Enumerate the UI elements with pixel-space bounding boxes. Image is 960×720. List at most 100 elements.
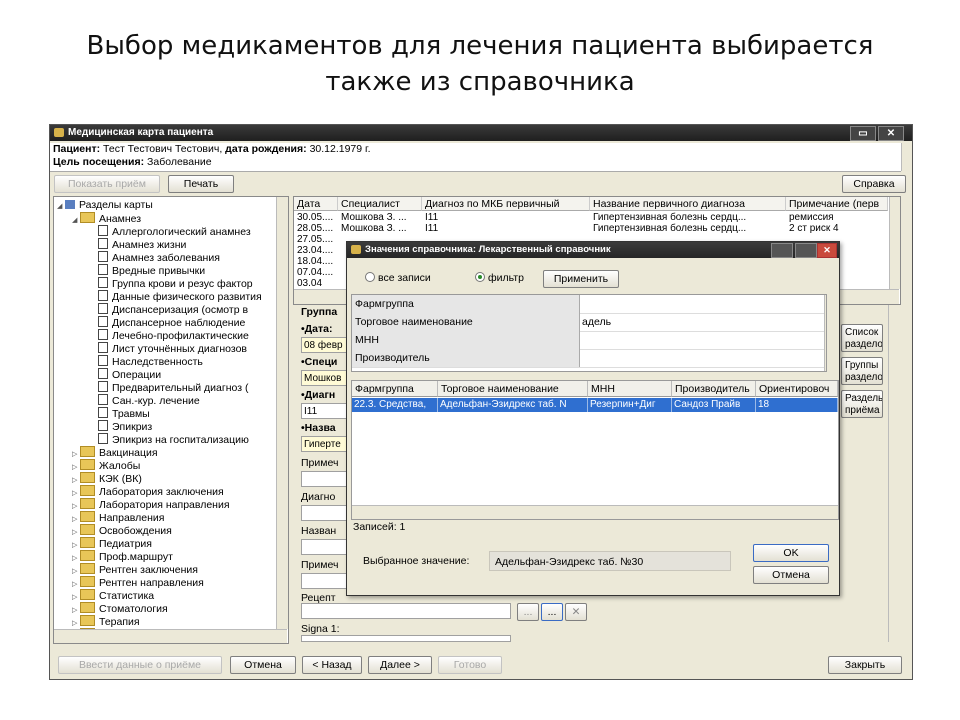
dialog-cancel-button[interactable]: Отмена: [753, 566, 829, 584]
done-button[interactable]: Готово: [438, 656, 502, 674]
tree-item[interactable]: Данные физического развития: [98, 290, 262, 303]
tree-item[interactable]: Наследственность: [98, 355, 203, 368]
tree-item[interactable]: Анамнез жизни: [98, 238, 186, 251]
tree-item[interactable]: Вредные привычки: [98, 264, 205, 277]
tree-folder[interactable]: ▷ Лаборатория заключения: [72, 485, 224, 498]
tree-item[interactable]: Эпикриз: [98, 420, 152, 433]
result-cell[interactable]: 22.3. Средства,: [352, 398, 438, 412]
dialog-maximize-button[interactable]: [795, 243, 817, 258]
tree-folder[interactable]: ▷ Проф.маршрут: [72, 550, 173, 563]
tree-item[interactable]: Диспансеризация (осмотр в: [98, 303, 248, 316]
filter-table: Фармгруппа Торговое наименование адель МН…: [351, 294, 827, 372]
patient-label: Пациент:: [53, 143, 101, 155]
print-button[interactable]: Печать: [168, 175, 234, 193]
result-cell[interactable]: 18: [756, 398, 838, 412]
tree-folder[interactable]: ▷ Рентген направления: [72, 576, 204, 589]
signa-field[interactable]: [301, 635, 511, 642]
document-icon: [98, 420, 108, 431]
tree-item[interactable]: Группа крови и резус фактор: [98, 277, 253, 290]
results-hscroll[interactable]: [352, 505, 838, 519]
sections-list-button[interactable]: Список разделов: [841, 324, 883, 352]
tree-folder[interactable]: ▷ Статистика: [72, 589, 154, 602]
folder-icon: [80, 589, 95, 600]
tree-folder[interactable]: ▷ Освобождения: [72, 524, 172, 537]
tree-anamnesis[interactable]: ◢ Анамнез: [72, 212, 141, 225]
column-header[interactable]: Ориентировоч: [756, 381, 838, 397]
tree-folder[interactable]: ▷ Терапия: [72, 615, 140, 628]
tree-item[interactable]: Операции: [98, 368, 161, 381]
close-window-button[interactable]: ✕: [878, 126, 904, 141]
filter-vscroll[interactable]: [824, 295, 826, 371]
help-button[interactable]: Справка: [842, 175, 906, 193]
tree-item[interactable]: Предварительный диагноз (: [98, 381, 248, 394]
tree-folder[interactable]: ▷ Вакцинация: [72, 446, 158, 459]
visits-vscroll[interactable]: [889, 197, 900, 289]
column-header[interactable]: Диагноз по МКБ первичный: [422, 197, 590, 211]
document-icon: [98, 225, 108, 236]
tree-item[interactable]: Сан.-кур. лечение: [98, 394, 200, 407]
result-cell[interactable]: Сандоз Прайв: [672, 398, 756, 412]
info-scrollbar[interactable]: [901, 143, 912, 171]
recipe-clear-button[interactable]: ✕: [565, 603, 587, 621]
signa-label: Signa 1:: [301, 623, 340, 635]
visit-sections-button[interactable]: Разделы приёма: [841, 390, 883, 418]
dob-value: 30.12.1979 г.: [309, 143, 371, 155]
tree-item[interactable]: Анамнез заболевания: [98, 251, 220, 264]
tree-hscroll[interactable]: [54, 629, 287, 643]
enter-visit-data-button[interactable]: Ввести данные о приёме: [58, 656, 222, 674]
column-header[interactable]: Производитель: [672, 381, 756, 397]
dialog-close-button[interactable]: ✕: [817, 243, 837, 258]
ok-button[interactable]: OK: [753, 544, 829, 562]
recipe-pick-button[interactable]: ...: [517, 603, 539, 621]
back-button[interactable]: < Назад: [302, 656, 362, 674]
filter-row[interactable]: Производитель: [352, 349, 826, 368]
tree-item[interactable]: Аллергологический анамнез: [98, 225, 251, 238]
tree-folder[interactable]: ▷ Стоматология: [72, 602, 168, 615]
next-button[interactable]: Далее >: [368, 656, 432, 674]
tree-folder[interactable]: ▷ Лаборатория направления: [72, 498, 230, 511]
column-header[interactable]: Фармгруппа: [352, 381, 438, 397]
filter-row[interactable]: МНН: [352, 331, 826, 350]
tree-vscroll[interactable]: [276, 197, 288, 629]
tree-folder[interactable]: ▷ Направления: [72, 511, 164, 524]
form-vscroll[interactable]: [888, 305, 899, 642]
dialog-minimize-button[interactable]: [771, 243, 793, 258]
show-visit-button[interactable]: Показать приём: [54, 175, 160, 193]
radio-filter[interactable]: фильтр: [475, 272, 524, 284]
document-icon: [98, 433, 108, 444]
tree-item[interactable]: Диспансерное наблюдение: [98, 316, 245, 329]
cancel-button[interactable]: Отмена: [230, 656, 296, 674]
maximize-button[interactable]: ▭: [850, 126, 876, 141]
folder-icon: [80, 446, 95, 457]
app-icon: [54, 128, 64, 137]
filter-row[interactable]: Торговое наименование адель: [352, 313, 826, 332]
tree-item[interactable]: Эпикриз на госпитализацию: [98, 433, 249, 446]
recipe-field[interactable]: [301, 603, 511, 619]
tree-root[interactable]: ◢ Разделы карты: [57, 199, 153, 212]
recipe-browse-button[interactable]: ...: [541, 603, 563, 621]
column-header[interactable]: Название первичного диагноза: [590, 197, 786, 211]
column-header[interactable]: Примечание (перв: [786, 197, 888, 211]
result-cell[interactable]: Резерпин+Диг: [588, 398, 672, 412]
dialog-title: Значения справочника: Лекарственный спра…: [365, 244, 611, 255]
tree-item[interactable]: Лечебно-профилактические: [98, 329, 249, 342]
column-header[interactable]: Торговое наименование: [438, 381, 588, 397]
document-icon: [98, 303, 108, 314]
column-header[interactable]: МНН: [588, 381, 672, 397]
tree-folder[interactable]: ▷ Жалобы: [72, 459, 140, 472]
close-button[interactable]: Закрыть: [828, 656, 902, 674]
tree-folder[interactable]: ▷ КЭК (ВК): [72, 472, 142, 485]
result-cell[interactable]: Адельфан-Эзидрекс таб. N: [438, 398, 588, 412]
column-header[interactable]: Специалист: [338, 197, 422, 211]
section-groups-button[interactable]: Группы разделов: [841, 357, 883, 385]
document-icon: [98, 251, 108, 262]
filter-row[interactable]: Фармгруппа: [352, 295, 826, 314]
column-header[interactable]: Дата: [294, 197, 338, 211]
tree-item[interactable]: Травмы: [98, 407, 150, 420]
radio-all-records[interactable]: все записи: [365, 272, 431, 284]
tree-folder[interactable]: ▷ Педиатрия: [72, 537, 152, 550]
tree-item[interactable]: Лист уточнённых диагнозов: [98, 342, 247, 355]
tree-folder[interactable]: ▷ Рентген заключения: [72, 563, 198, 576]
apply-filter-button[interactable]: Применить: [543, 270, 619, 288]
dialog-titlebar: Значения справочника: Лекарственный спра…: [347, 242, 839, 258]
